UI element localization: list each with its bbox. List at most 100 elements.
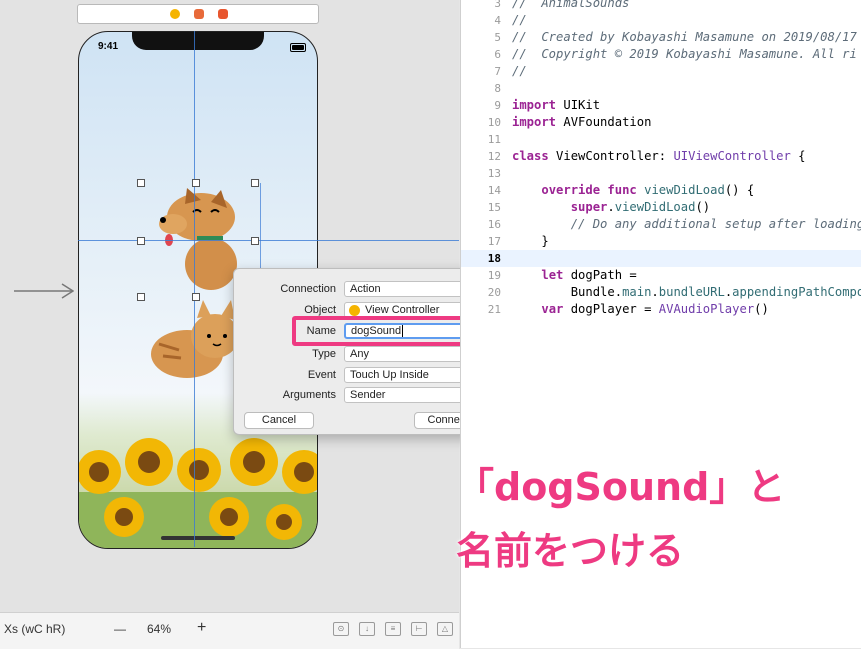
code-text: // bbox=[512, 64, 527, 78]
resize-handle[interactable] bbox=[137, 293, 145, 301]
line-number: 9 bbox=[494, 99, 501, 112]
annotation-text-line2: 名前をつける bbox=[456, 529, 685, 573]
view-controller-icon[interactable] bbox=[170, 9, 180, 19]
arguments-row: Arguments Sender ▴▾ bbox=[234, 387, 492, 405]
line-number: 20 bbox=[487, 286, 501, 299]
home-indicator bbox=[161, 536, 235, 540]
code-line[interactable]: 5 // Created by Kobayashi Masamune on 201… bbox=[461, 29, 861, 46]
line-number: 8 bbox=[494, 82, 501, 95]
code-text: // AnimalSounds bbox=[512, 0, 630, 10]
code-line[interactable]: 14 override func viewDidLoad() { bbox=[461, 182, 861, 199]
event-value: Touch Up Inside bbox=[350, 369, 429, 381]
code-text: import UIKit bbox=[512, 98, 601, 112]
line-number: 6 bbox=[494, 48, 501, 61]
code-text: import AVFoundation bbox=[512, 115, 652, 129]
scene-dock[interactable] bbox=[77, 4, 319, 24]
code-line[interactable]: 8 bbox=[461, 80, 861, 97]
code-line[interactable]: 9 import UIKit bbox=[461, 97, 861, 114]
event-row: Event Touch Up Inside ▴▾ bbox=[234, 367, 492, 385]
code-line[interactable]: 6 // Copyright © 2019 Kobayashi Masamune.… bbox=[461, 46, 861, 63]
code-line[interactable]: 10 import AVFoundation bbox=[461, 114, 861, 131]
resolve-autolayout-icon[interactable]: △ bbox=[437, 622, 453, 636]
device-notch bbox=[132, 32, 264, 50]
exit-icon[interactable] bbox=[218, 9, 228, 19]
code-text: Bundle.main.bundleURL.appendingPathCompo bbox=[512, 285, 861, 299]
resize-handle[interactable] bbox=[251, 179, 259, 187]
line-number: 21 bbox=[487, 303, 501, 316]
line-number: 18 bbox=[487, 252, 501, 265]
canvas-bottom-bar: Xs (wC hR) — 64% + ⊙ ↓ ≡ ⊢ △ bbox=[0, 612, 459, 649]
cancel-button[interactable]: Cancel bbox=[244, 412, 314, 429]
line-number: 3 bbox=[494, 0, 501, 10]
battery-icon bbox=[290, 43, 306, 52]
annotation-text-line1: 「dogSound」と bbox=[456, 465, 786, 509]
code-text: // Do any additional setup after loading bbox=[512, 217, 861, 231]
resize-handle[interactable] bbox=[251, 237, 259, 245]
code-text: } bbox=[512, 234, 549, 248]
add-constraints-icon[interactable]: ⊢ bbox=[411, 622, 427, 636]
code-line[interactable]: 18 bbox=[461, 250, 861, 267]
code-line[interactable]: 7 // bbox=[461, 63, 861, 80]
connection-row: Connection Action ▴▾ bbox=[234, 281, 492, 299]
arguments-label: Arguments bbox=[282, 389, 336, 401]
type-row: Type Any ▾ bbox=[234, 346, 492, 364]
line-number: 10 bbox=[487, 116, 501, 129]
type-label: Type bbox=[312, 348, 336, 360]
resize-handle[interactable] bbox=[192, 293, 200, 301]
line-number: 13 bbox=[487, 167, 501, 180]
code-line[interactable]: 12 class ViewController: UIViewController… bbox=[461, 148, 861, 165]
cat-image-button[interactable] bbox=[149, 294, 245, 384]
line-number: 19 bbox=[487, 269, 501, 282]
type-value: Any bbox=[350, 348, 369, 360]
code-line[interactable]: 21 var dogPlayer = AVAudioPlayer() bbox=[461, 301, 861, 318]
device-config-button[interactable]: Xs (wC hR) bbox=[4, 622, 65, 636]
code-line[interactable]: 11 bbox=[461, 131, 861, 148]
first-responder-icon[interactable] bbox=[194, 9, 204, 19]
code-line[interactable]: 16 // Do any additional setup after load… bbox=[461, 216, 861, 233]
code-line[interactable]: 20 Bundle.main.bundleURL.appendingPathCo… bbox=[461, 284, 861, 301]
sunflower-background-image bbox=[79, 438, 317, 548]
line-number: 16 bbox=[487, 218, 501, 231]
line-number: 12 bbox=[487, 150, 501, 163]
code-line[interactable]: 17 } bbox=[461, 233, 861, 250]
code-text: class ViewController: UIViewController { bbox=[512, 149, 806, 163]
line-number: 15 bbox=[487, 201, 501, 214]
connection-value: Action bbox=[350, 283, 381, 295]
connection-popover: Connection Action ▴▾ Object View Control… bbox=[233, 268, 493, 435]
code-line[interactable]: 19 let dogPath = bbox=[461, 267, 861, 284]
zoom-level: 64% bbox=[147, 622, 172, 636]
event-label: Event bbox=[307, 369, 336, 381]
embed-in-icon[interactable]: ↓ bbox=[359, 622, 375, 636]
line-number: 7 bbox=[494, 65, 501, 78]
resize-handle[interactable] bbox=[192, 179, 200, 187]
code-line[interactable]: 3 // AnimalSounds bbox=[461, 0, 861, 12]
zoom-out-button[interactable]: — bbox=[114, 622, 126, 636]
line-number: 11 bbox=[487, 133, 501, 146]
connection-label: Connection bbox=[280, 283, 336, 295]
arguments-value: Sender bbox=[350, 389, 386, 401]
code-line[interactable]: 4 // bbox=[461, 12, 861, 29]
code-text: var dogPlayer = AVAudioPlayer() bbox=[541, 302, 769, 316]
object-value: View Controller bbox=[365, 304, 440, 316]
line-number: 4 bbox=[494, 14, 501, 27]
line-number: 14 bbox=[487, 184, 501, 197]
code-text: // Created by Kobayashi Masamune on 2019… bbox=[512, 30, 857, 44]
update-frames-icon[interactable]: ⊙ bbox=[333, 622, 349, 636]
zoom-in-button[interactable]: + bbox=[197, 619, 206, 637]
line-number: 5 bbox=[494, 31, 501, 44]
view-controller-icon bbox=[349, 305, 360, 316]
code-text: super.viewDidLoad() bbox=[570, 200, 711, 214]
resize-handle[interactable] bbox=[137, 237, 145, 245]
line-number: 17 bbox=[487, 235, 501, 248]
align-icon[interactable]: ≡ bbox=[385, 622, 401, 636]
resize-handle[interactable] bbox=[137, 179, 145, 187]
code-text: // Copyright © 2019 Kobayashi Masamune. … bbox=[512, 47, 857, 61]
object-label: Object bbox=[304, 304, 336, 316]
status-time: 9:41 bbox=[98, 41, 119, 52]
alignment-guide-vertical bbox=[194, 31, 195, 547]
code-line[interactable]: 15 super.viewDidLoad() bbox=[461, 199, 861, 216]
code-text: let dogPath = bbox=[541, 268, 637, 282]
initial-view-controller-arrow-icon bbox=[14, 283, 74, 299]
code-text: // bbox=[512, 13, 527, 27]
code-line[interactable]: 13 bbox=[461, 165, 861, 182]
